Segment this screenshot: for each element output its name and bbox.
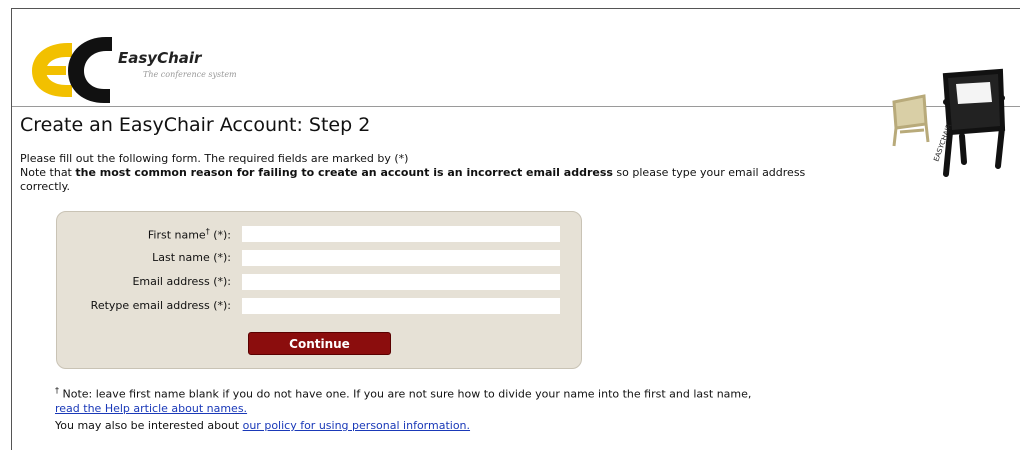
policy-note: You may also be interested about our pol…: [55, 419, 470, 432]
first-name-row: First name† (*):: [57, 226, 583, 244]
note-text: Note: leave first name blank if you do n…: [59, 387, 752, 401]
last-name-input[interactable]: [242, 250, 560, 266]
retype-email-label: Retype email address (*):: [90, 299, 231, 312]
retype-email-input[interactable]: [242, 298, 560, 314]
intro-line-required: Please fill out the following form. The …: [20, 152, 409, 165]
intro-line-warning: Note that the most common reason for fai…: [20, 166, 810, 194]
email-input[interactable]: [242, 274, 560, 290]
privacy-policy-link[interactable]: our policy for using personal informatio…: [243, 419, 470, 432]
easychair-logo-icon: [32, 37, 112, 103]
logo-tagline: The conference system: [143, 70, 237, 79]
easychair-logo[interactable]: EasyChair The conference system: [28, 35, 258, 105]
header-divider: [12, 106, 1020, 107]
email-label: Email address (*):: [132, 275, 231, 288]
policy-prefix: You may also be interested about: [55, 419, 243, 432]
warning-prefix: Note that: [20, 166, 76, 179]
continue-button[interactable]: Continue: [248, 332, 391, 355]
logo-wordmark: EasyChair: [118, 49, 202, 67]
page-title: Create an EasyChair Account: Step 2: [20, 114, 371, 136]
email-row: Email address (*):: [57, 274, 583, 292]
first-name-input[interactable]: [242, 226, 560, 242]
warning-bold: the most common reason for failing to cr…: [75, 166, 613, 179]
last-name-row: Last name (*):: [57, 250, 583, 268]
last-name-label: Last name (*):: [152, 251, 231, 264]
name-help-note: † Note: leave first name blank if you do…: [55, 384, 835, 416]
intro-text: Please fill out the following form. The …: [20, 152, 810, 194]
chair-illustration-icon: EASYCHAIR: [880, 62, 1010, 182]
help-article-link[interactable]: read the Help article about names.: [55, 402, 247, 415]
account-form: First name† (*): Last name (*): Email ad…: [56, 211, 582, 369]
retype-email-row: Retype email address (*):: [57, 298, 583, 316]
first-name-label: First name† (*):: [147, 227, 231, 242]
